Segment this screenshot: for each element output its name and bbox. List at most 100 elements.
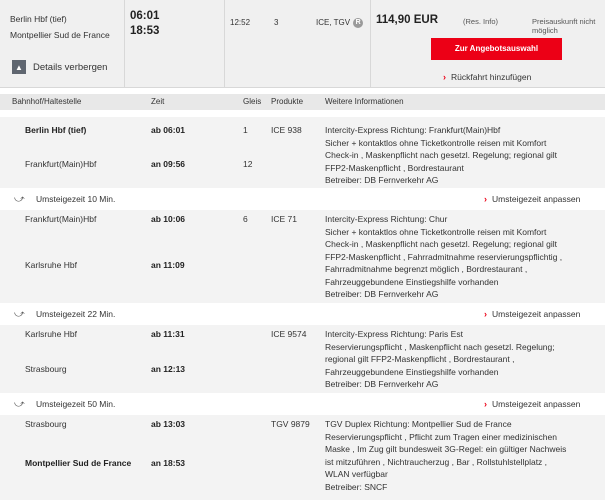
segment-arrival-time: an 12:13 <box>151 364 186 374</box>
info-line: ist mitzuführen , Nichtraucherzug , Bar … <box>325 456 548 467</box>
segment-departure-platform: 1 <box>243 125 248 135</box>
segment-departure-station: Strasbourg <box>25 419 67 429</box>
info-line: Reservierungspflicht , Pflicht zum Trage… <box>325 431 557 442</box>
segment-arrival-time: an 18:53 <box>151 458 186 468</box>
segment-info: TGV Duplex Richtung: Montpellier Sud de … <box>325 418 595 493</box>
walk-transfer-icon: ⤻ <box>14 399 25 410</box>
segment-departure-time: ab 13:03 <box>151 419 186 429</box>
transfer-time: Umsteigezeit 10 Min. <box>36 194 116 204</box>
header-platform: Gleis <box>243 97 262 106</box>
info-line: Fahrradmitnahme begrenzt möglich , Bordr… <box>325 264 528 274</box>
segment-arrival-station: Frankfurt(Main)Hbf <box>25 159 97 169</box>
segment-info: Intercity-Express Richtung: Paris Est Re… <box>325 328 595 391</box>
segment-info: Intercity-Express Richtung: Frankfurt(Ma… <box>325 124 595 187</box>
header-station: Bahnhof/Haltestelle <box>12 97 82 106</box>
info-line: Sicher + kontaktlos ohne Ticketkontrolle… <box>325 137 547 148</box>
summary-from: Berlin Hbf (tief) <box>10 14 67 24</box>
summary-stations: Berlin Hbf (tief) Montpellier Sud de Fra… <box>10 12 110 44</box>
adjust-transfer-link[interactable]: › Umsteigezeit anpassen <box>484 194 580 204</box>
segment-departure-time: ab 11:31 <box>151 329 185 339</box>
summary-duration: 12:52 <box>230 18 251 27</box>
table-header: Bahnhof/Haltestelle Zeit Gleis Produkte … <box>0 94 605 110</box>
info-line: Betreiber: SNCF <box>325 481 388 492</box>
info-line: Reservierungspflicht , Maskenpflicht nac… <box>325 341 555 352</box>
adjust-transfer-label: Umsteigezeit anpassen <box>492 399 581 409</box>
transfer-time: Umsteigezeit 22 Min. <box>36 309 116 319</box>
summary-to: Montpellier Sud de France <box>10 30 110 40</box>
segment-arrival-station: Karlsruhe Hbf <box>25 260 77 270</box>
info-line: TGV Duplex Richtung: Montpellier Sud de … <box>325 419 512 429</box>
summary-price: 114,90 EUR <box>376 14 439 26</box>
connection-summary: Berlin Hbf (tief) Montpellier Sud de Fra… <box>0 0 605 88</box>
segment-departure-time: ab 06:01 <box>151 125 186 135</box>
segment-product: TGV 9879 <box>271 419 310 429</box>
segment-product: ICE 938 <box>271 125 302 135</box>
summary-products-text: ICE, TGV <box>316 18 351 28</box>
journey-segment-2: Frankfurt(Main)Hbf ab 10:06 6 ICE 71 Kar… <box>0 210 605 303</box>
info-line: Betreiber: DB Fernverkehr AG <box>325 379 439 389</box>
segment-arrival-time: an 09:56 <box>151 159 186 169</box>
transfer-row-2: ⤻ Umsteigezeit 22 Min. › Umsteigezeit anp… <box>0 303 605 325</box>
journey-segment-4: Strasbourg ab 13:03 TGV 9879 Montpellier… <box>0 415 605 500</box>
reservation-badge-icon: R <box>353 18 364 28</box>
segment-departure-station: Karlsruhe Hbf <box>25 329 77 339</box>
segment-product: ICE 71 <box>271 214 297 224</box>
summary-times: 06:01 18:53 <box>124 0 224 88</box>
info-line: FFP2-Maskenpflicht , Fahrradmitnahme res… <box>325 251 563 262</box>
journey-segment-1: Berlin Hbf (tief) ab 06:01 1 ICE 938 Fra… <box>0 117 605 188</box>
summary-details: 12:52 3 ICE, TGV R 114,90 EUR (Res. Info)… <box>224 0 605 88</box>
price-note[interactable]: (Res. Info) <box>463 17 498 26</box>
info-line: Betreiber: DB Fernverkehr AG <box>325 175 439 185</box>
segment-product: ICE 9574 <box>271 329 307 339</box>
header-time: Zeit <box>151 97 165 106</box>
info-line: Check-in , Maskenpflicht nach gesetzl. R… <box>325 150 557 160</box>
chevron-up-icon: ▲ <box>12 60 26 74</box>
chevron-right-icon: › <box>484 309 487 319</box>
segment-arrival-station: Strasbourg <box>25 364 67 374</box>
segment-arrival-time: an 11:09 <box>151 260 185 270</box>
segment-info: Intercity-Express Richtung: Chur Sicher … <box>325 213 595 301</box>
summary-changes: 3 <box>274 18 279 27</box>
info-line: WLAN verfügbar <box>325 469 388 479</box>
chevron-right-icon: › <box>443 72 446 82</box>
chevron-right-icon: › <box>484 194 487 204</box>
walk-transfer-icon: ⤻ <box>14 194 25 205</box>
add-return-label: Rückfahrt hinzufügen <box>451 72 532 82</box>
info-line: Intercity-Express Richtung: Frankfurt(Ma… <box>325 125 501 135</box>
price-info: Preisauskunft nicht möglich <box>532 17 596 35</box>
segment-departure-station: Frankfurt(Main)Hbf <box>25 214 97 224</box>
add-return-link[interactable]: › Rückfahrt hinzufügen <box>443 72 531 82</box>
header-info: Weitere Informationen <box>325 97 404 106</box>
info-line: Maske , Im Zug gilt bundesweit 3G-Regel:… <box>325 444 567 454</box>
info-line: FFP2-Maskenpflicht , Bordrestaurant <box>325 162 464 173</box>
adjust-transfer-link[interactable]: › Umsteigezeit anpassen <box>484 399 580 409</box>
price-box: 114,90 EUR (Res. Info) Preisauskunft nic… <box>370 0 605 88</box>
info-line: Fahrzeuggebundene Einstiegshilfe vorhand… <box>325 366 499 377</box>
adjust-transfer-link[interactable]: › Umsteigezeit anpassen <box>484 309 580 319</box>
adjust-transfer-label: Umsteigezeit anpassen <box>492 309 581 319</box>
hide-details-label: Details verbergen <box>33 61 108 73</box>
walk-transfer-icon: ⤻ <box>14 309 25 320</box>
segment-departure-time: ab 10:06 <box>151 214 186 224</box>
info-line: Sicher + kontaktlos ohne Ticketkontrolle… <box>325 226 547 237</box>
header-products: Produkte <box>271 97 304 106</box>
transfer-row-3: ⤻ Umsteigezeit 50 Min. › Umsteigezeit anp… <box>0 393 605 415</box>
chevron-right-icon: › <box>484 399 487 409</box>
transfer-row-1: ⤻ Umsteigezeit 10 Min. › Umsteigezeit anp… <box>0 188 605 210</box>
info-line: Intercity-Express Richtung: Paris Est <box>325 329 463 339</box>
segment-departure-station: Berlin Hbf (tief) <box>25 125 87 135</box>
info-line: Betreiber: DB Fernverkehr AG <box>325 289 439 299</box>
info-line: Check-in , Maskenpflicht nach gesetzl. R… <box>325 239 557 249</box>
segment-arrival-platform: 12 <box>243 159 253 169</box>
adjust-transfer-label: Umsteigezeit anpassen <box>492 194 581 204</box>
transfer-time: Umsteigezeit 50 Min. <box>36 399 116 409</box>
summary-dep-time: 06:01 <box>130 10 160 22</box>
summary-arr-time: 18:53 <box>130 25 160 37</box>
journey-segment-3: Karlsruhe Hbf ab 11:31 ICE 9574 Strasbou… <box>0 325 605 393</box>
hide-details-toggle[interactable]: ▲ Details verbergen <box>12 59 107 75</box>
info-line: Intercity-Express Richtung: Chur <box>325 214 448 224</box>
summary-products: ICE, TGV R <box>316 18 364 28</box>
segment-arrival-station: Montpellier Sud de France <box>25 458 132 468</box>
offer-selection-button[interactable]: Zur Angebotsauswahl <box>431 38 562 60</box>
info-line: Fahrzeuggebundene Einstiegshilfe vorhand… <box>325 276 499 287</box>
